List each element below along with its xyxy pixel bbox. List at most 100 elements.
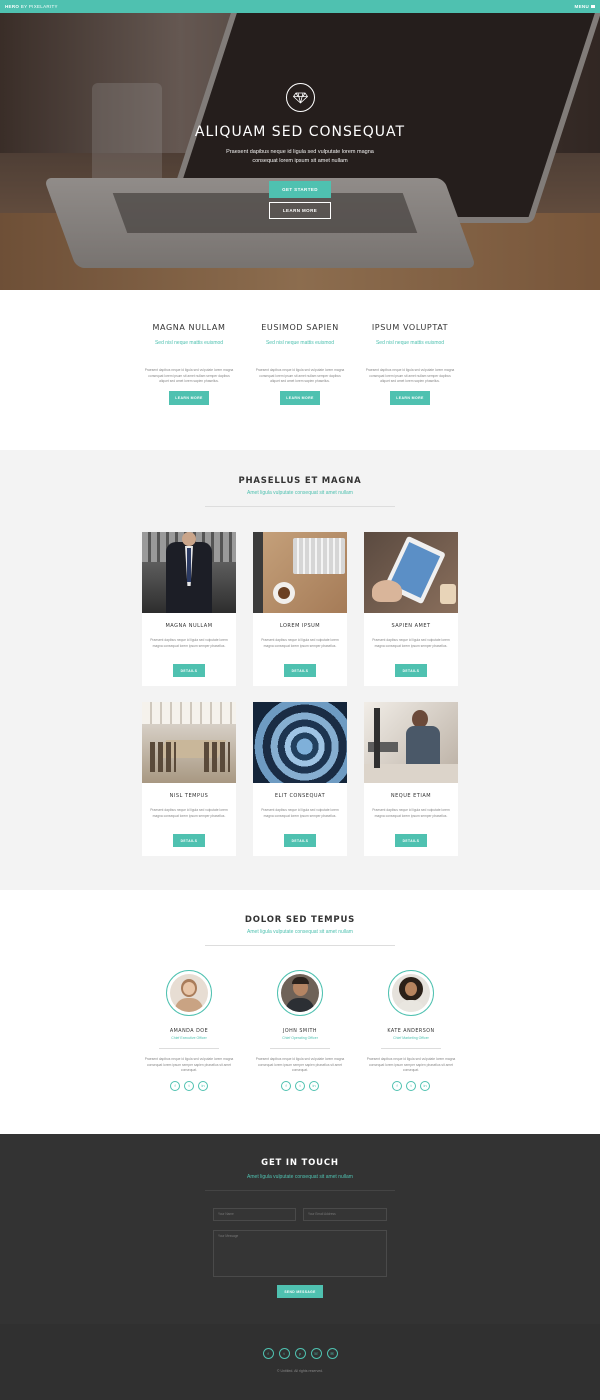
card-image-meeting-room bbox=[142, 702, 236, 783]
details-button[interactable]: DETAILS bbox=[173, 834, 205, 847]
portfolio-card: ELIT CONSEQUAT Praesent dapibus neque id… bbox=[253, 702, 347, 856]
twitter-icon[interactable]: t bbox=[406, 1080, 416, 1091]
feature-title: MAGNA NULLAM bbox=[152, 323, 226, 332]
pinterest-icon[interactable]: p bbox=[294, 1348, 306, 1359]
portfolio-card: NEQUE ETIAM Praesent dapibus neque id li… bbox=[364, 702, 458, 856]
details-button[interactable]: DETAILS bbox=[173, 664, 205, 677]
card-text: Praesent dapibus neque id ligula sed vul… bbox=[372, 638, 450, 648]
learn-more-button[interactable]: LEARN MORE bbox=[269, 202, 331, 219]
card-image-businessman bbox=[142, 532, 236, 613]
card-title: NEQUE ETIAM bbox=[390, 793, 432, 799]
name-field[interactable]: Your Name bbox=[213, 1208, 296, 1221]
feature-text: Praesent dapibus neque id ligula sed vul… bbox=[144, 368, 234, 383]
feature-tagline: Sed nisl neque mattis euismod bbox=[154, 340, 224, 346]
brand-logo[interactable]: HERO BY PIXELARITY bbox=[5, 4, 58, 9]
team-member: JOHN SMITH Chief Operating Officer Praes… bbox=[252, 970, 348, 1091]
divider bbox=[205, 1190, 395, 1191]
avatar bbox=[277, 970, 323, 1016]
card-text: Praesent dapibus neque id ligula sed vul… bbox=[150, 638, 228, 648]
card-text: Praesent dapibus neque id ligula sed vul… bbox=[372, 808, 450, 818]
hero-section: ALIQUAM SED CONSEQUAT Praesent dapibus n… bbox=[0, 13, 600, 290]
send-message-button[interactable]: SEND MESSAGE bbox=[277, 1285, 323, 1298]
twitter-icon[interactable]: t bbox=[295, 1080, 305, 1091]
menu-button[interactable]: MENU bbox=[575, 4, 595, 9]
feature-learn-more-button[interactable]: LEARN MORE bbox=[390, 390, 430, 405]
diamond-icon bbox=[286, 83, 315, 112]
divider bbox=[270, 1048, 330, 1049]
member-role: Chief Marketing Officer bbox=[393, 1036, 429, 1040]
footer-social-links: f t p ☏ ✉ bbox=[0, 1348, 600, 1359]
menu-icon bbox=[591, 5, 595, 8]
feature-tagline: Sed nisl neque mattis euismod bbox=[265, 340, 335, 346]
message-field[interactable]: Your Message bbox=[213, 1230, 387, 1277]
features-section: MAGNA NULLAM Sed nisl neque mattis euism… bbox=[0, 290, 600, 450]
card-title: MAGNA NULLAM bbox=[165, 623, 213, 629]
card-image-office-woman bbox=[364, 702, 458, 783]
facebook-icon[interactable]: f bbox=[170, 1080, 180, 1091]
member-social-links: f t in bbox=[141, 1080, 237, 1091]
details-button[interactable]: DETAILS bbox=[284, 834, 316, 847]
contact-section: GET IN TOUCH Amet ligula vulputate conse… bbox=[0, 1134, 600, 1324]
avatar bbox=[166, 970, 212, 1016]
feature-text: Praesent dapibus neque id ligula sed vul… bbox=[365, 368, 455, 383]
team-member: KATE ANDERSON Chief Marketing Officer Pr… bbox=[363, 970, 459, 1091]
email-field[interactable]: Your Email Address bbox=[303, 1208, 387, 1221]
feature-item: EUSIMOD SAPIEN Sed nisl neque mattis eui… bbox=[255, 323, 345, 405]
twitter-icon[interactable]: t bbox=[184, 1080, 194, 1091]
facebook-icon[interactable]: f bbox=[281, 1080, 291, 1091]
feature-learn-more-button[interactable]: LEARN MORE bbox=[280, 390, 320, 405]
divider bbox=[159, 1048, 219, 1049]
facebook-icon[interactable]: f bbox=[392, 1080, 402, 1091]
member-name: AMANDA DOE bbox=[169, 1029, 209, 1034]
team-member: AMANDA DOE Chief Executive Officer Praes… bbox=[141, 970, 237, 1091]
menu-label: MENU bbox=[574, 4, 589, 9]
linkedin-icon[interactable]: in bbox=[309, 1080, 319, 1091]
feature-learn-more-button[interactable]: LEARN MORE bbox=[169, 390, 209, 405]
portfolio-card: SAPIEN AMET Praesent dapibus neque id li… bbox=[364, 532, 458, 686]
card-title: SAPIEN AMET bbox=[391, 623, 431, 629]
card-image-tablet bbox=[364, 532, 458, 613]
copyright-text: © Untitled. All rights reserved. bbox=[276, 1369, 324, 1373]
details-button[interactable]: DETAILS bbox=[395, 834, 427, 847]
get-started-button[interactable]: GET STARTED bbox=[269, 181, 331, 198]
member-name: JOHN SMITH bbox=[282, 1029, 318, 1034]
feature-title: IPSUM VOLUPTAT bbox=[371, 323, 449, 332]
team-subtitle: Amet ligula vulputate consequat sit amet… bbox=[247, 929, 353, 935]
footer: f t p ☏ ✉ © Untitled. All rights reserve… bbox=[0, 1324, 600, 1400]
linkedin-icon[interactable]: in bbox=[420, 1080, 430, 1091]
email-icon[interactable]: ✉ bbox=[326, 1348, 338, 1359]
member-name: KATE ANDERSON bbox=[387, 1029, 435, 1034]
card-text: Praesent dapibus neque id ligula sed vul… bbox=[150, 808, 228, 818]
top-navbar: HERO BY PIXELARITY MENU bbox=[0, 0, 600, 13]
linkedin-icon[interactable]: in bbox=[198, 1080, 208, 1091]
twitter-icon[interactable]: t bbox=[278, 1348, 290, 1359]
member-bio: Praesent dapibus neque id ligula sed vul… bbox=[366, 1057, 456, 1072]
hero-title: ALIQUAM SED CONSEQUAT bbox=[194, 124, 406, 140]
card-text: Praesent dapibus neque id ligula sed vul… bbox=[261, 808, 339, 818]
feature-title: EUSIMOD SAPIEN bbox=[261, 323, 339, 332]
portfolio-section: PHASELLUS ET MAGNA Amet ligula vulputate… bbox=[0, 450, 600, 890]
member-bio: Praesent dapibus neque id ligula sed vul… bbox=[144, 1057, 234, 1072]
details-button[interactable]: DETAILS bbox=[395, 664, 427, 677]
card-title: LOREM IPSUM bbox=[279, 623, 321, 629]
phone-icon[interactable]: ☏ bbox=[310, 1348, 322, 1359]
feature-item: IPSUM VOLUPTAT Sed nisl neque mattis eui… bbox=[365, 323, 455, 405]
feature-text: Praesent dapibus neque id ligula sed vul… bbox=[255, 368, 345, 383]
facebook-icon[interactable]: f bbox=[262, 1348, 274, 1359]
card-image-spiral-building bbox=[253, 702, 347, 783]
details-button[interactable]: DETAILS bbox=[284, 664, 316, 677]
feature-item: MAGNA NULLAM Sed nisl neque mattis euism… bbox=[144, 323, 234, 405]
avatar bbox=[388, 970, 434, 1016]
portfolio-card: LOREM IPSUM Praesent dapibus neque id li… bbox=[253, 532, 347, 686]
hero-subtitle: Praesent dapibus neque id ligula sed vul… bbox=[226, 149, 374, 164]
card-text: Praesent dapibus neque id ligula sed vul… bbox=[261, 638, 339, 648]
contact-title: GET IN TOUCH bbox=[261, 1158, 339, 1168]
feature-tagline: Sed nisl neque mattis euismod bbox=[375, 340, 445, 346]
divider bbox=[205, 506, 395, 507]
contact-subtitle: Amet ligula vulputate consequat sit amet… bbox=[247, 1174, 353, 1180]
member-role: Chief Executive Officer bbox=[171, 1036, 207, 1040]
member-bio: Praesent dapibus neque id ligula sed vul… bbox=[255, 1057, 345, 1072]
divider bbox=[205, 945, 395, 946]
team-section: DOLOR SED TEMPUS Amet ligula vulputate c… bbox=[0, 890, 600, 1134]
divider bbox=[381, 1048, 441, 1049]
